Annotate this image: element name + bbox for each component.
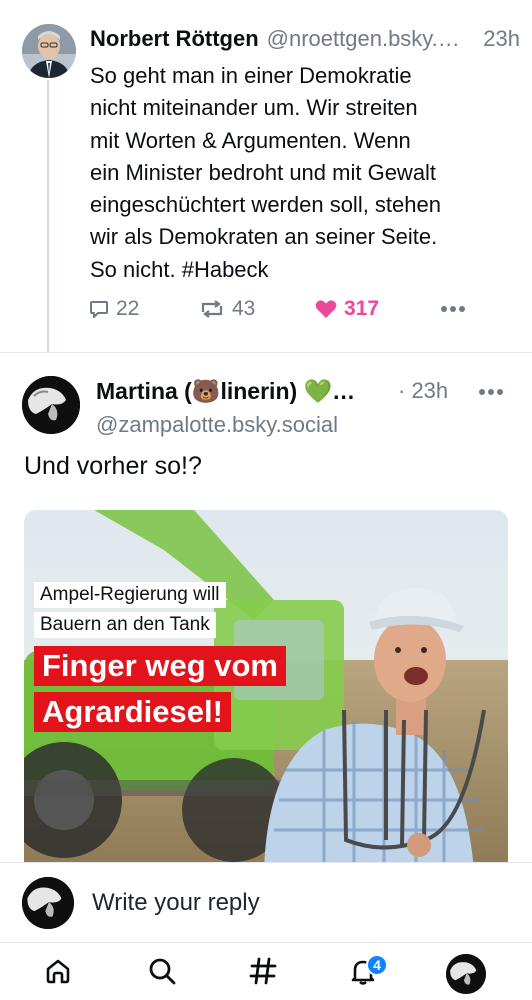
more-options-button[interactable] bbox=[440, 292, 466, 326]
more-options-button[interactable] bbox=[478, 384, 504, 402]
repost-count: 43 bbox=[232, 297, 256, 320]
reply-button[interactable]: 22 bbox=[88, 292, 139, 326]
reply-bubble-icon bbox=[88, 298, 110, 320]
post-text-line: nicht miteinander um. Wir streiten bbox=[90, 95, 418, 121]
reply-count: 22 bbox=[116, 297, 140, 320]
post1-actions: 22 43 317 bbox=[88, 292, 488, 326]
post2-text: Und vorher so!? bbox=[24, 452, 202, 480]
nav-feeds[interactable] bbox=[245, 955, 281, 991]
post-time[interactable]: · 23h bbox=[398, 378, 448, 404]
feeds-hash-icon bbox=[248, 956, 278, 991]
avatar-martina[interactable] bbox=[22, 376, 80, 434]
avatar-norbert[interactable] bbox=[22, 24, 76, 78]
post1-text: So geht man in einer Demokratie nicht mi… bbox=[90, 60, 510, 286]
post1-header: Norbert Röttgen @nroettgen.bsky.… 23h bbox=[90, 26, 520, 56]
post-norbert-roettgen[interactable]: Norbert Röttgen @nroettgen.bsky.… 23h So… bbox=[0, 0, 532, 352]
heart-filled-icon bbox=[314, 298, 338, 320]
post-time[interactable]: 23h bbox=[483, 26, 520, 52]
thread-line bbox=[47, 80, 49, 352]
image-caption-line: Ampel-Regierung will bbox=[34, 582, 226, 608]
repost-icon bbox=[198, 298, 226, 320]
author-name[interactable]: Norbert Röttgen bbox=[90, 26, 259, 52]
reply-composer-bar[interactable]: Write your reply bbox=[0, 862, 532, 942]
nav-profile-avatar[interactable] bbox=[446, 954, 486, 994]
more-dots-icon bbox=[440, 304, 466, 314]
post-text-line: ein Minister bedroht und mit Gewalt bbox=[90, 159, 437, 185]
image-caption-line: Bauern an den Tank bbox=[34, 612, 216, 638]
image-headline-line: Finger weg vom bbox=[34, 646, 286, 686]
post-text-line: wir als Demokraten an seiner Seite. bbox=[90, 224, 438, 250]
post-text-line: So geht man in einer Demokratie bbox=[90, 63, 412, 88]
nav-home[interactable] bbox=[40, 955, 76, 991]
like-button[interactable]: 317 bbox=[314, 292, 379, 326]
more-dots-icon bbox=[478, 384, 504, 401]
repost-button[interactable]: 43 bbox=[198, 292, 255, 326]
author-handle[interactable]: @nroettgen.bsky.… bbox=[267, 26, 478, 52]
home-icon bbox=[43, 956, 73, 991]
nav-search[interactable] bbox=[144, 955, 180, 991]
post-text-line: eingeschüchtert werden soll, stehen bbox=[90, 192, 441, 218]
post-text-line: So nicht. #Habeck bbox=[90, 256, 269, 282]
post-text-line: mit Worten & Argumenten. Wenn bbox=[90, 127, 411, 153]
author-name[interactable]: Martina (🐻linerin) 💚… bbox=[96, 374, 396, 408]
post-image[interactable]: Ampel-Regierung will Bauern an den Tank … bbox=[24, 510, 508, 870]
reply-input[interactable]: Write your reply bbox=[92, 889, 260, 917]
search-icon bbox=[147, 956, 177, 991]
like-count: 317 bbox=[344, 297, 380, 320]
avatar-current-user bbox=[22, 877, 74, 929]
author-handle[interactable]: @zampalotte.bsky.social bbox=[96, 412, 338, 438]
post-divider bbox=[0, 352, 532, 353]
image-headline-line: Agrardiesel! bbox=[34, 692, 231, 732]
notification-badge: 4 bbox=[366, 954, 388, 976]
image-scene bbox=[24, 510, 508, 870]
